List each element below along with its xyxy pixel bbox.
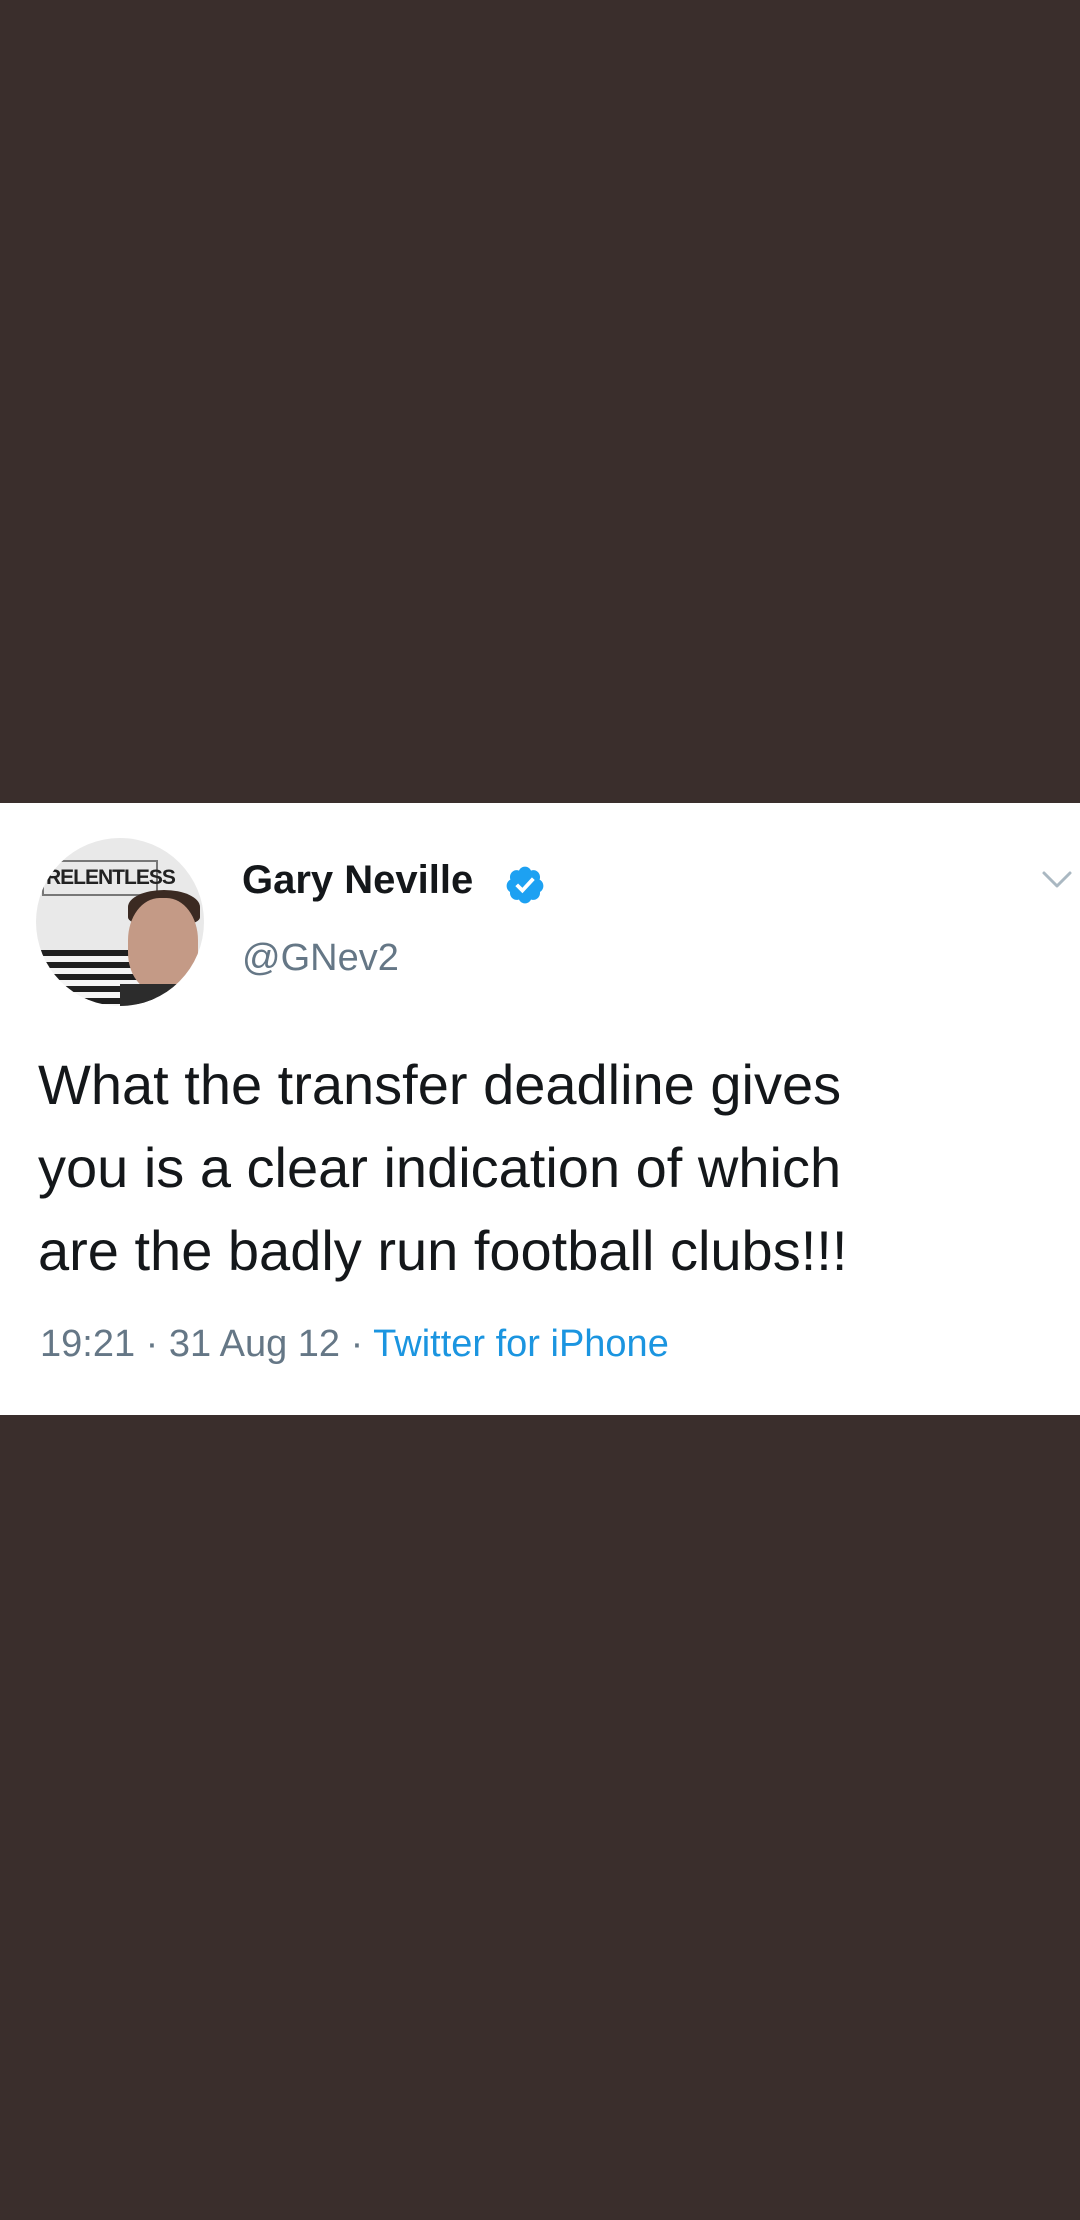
avatar[interactable]: RELENTLESS — [36, 838, 204, 1006]
tweet-date: 31 Aug 12 — [168, 1323, 341, 1365]
tweet-card: RELENTLESS Gary Neville @GNev2 What the … — [0, 803, 1080, 1415]
meta-separator: · — [350, 1323, 364, 1365]
meta-separator: · — [145, 1323, 159, 1365]
user-handle[interactable]: @GNev2 — [242, 937, 399, 980]
tweet-text-line: are the badly run football clubs!!! — [38, 1219, 848, 1282]
display-name[interactable]: Gary Neville — [242, 858, 473, 903]
tweet-source-link[interactable]: Twitter for iPhone — [373, 1323, 669, 1365]
tweet-text: What the transfer deadline gives you is … — [38, 1043, 1048, 1292]
avatar-poster-text: RELENTLESS — [46, 866, 176, 889]
verified-badge-icon — [506, 866, 544, 904]
tweet-text-line: you is a clear indication of which — [38, 1136, 842, 1199]
tweet-text-line: What the transfer deadline gives — [38, 1053, 842, 1116]
tweet-time: 19:21 — [40, 1323, 136, 1365]
avatar-shirt — [120, 984, 204, 1006]
avatar-face — [128, 898, 198, 992]
chevron-down-icon[interactable] — [1040, 867, 1074, 893]
tweet-meta: 19:21 · 31 Aug 12 · Twitter for iPhone — [40, 1323, 669, 1366]
